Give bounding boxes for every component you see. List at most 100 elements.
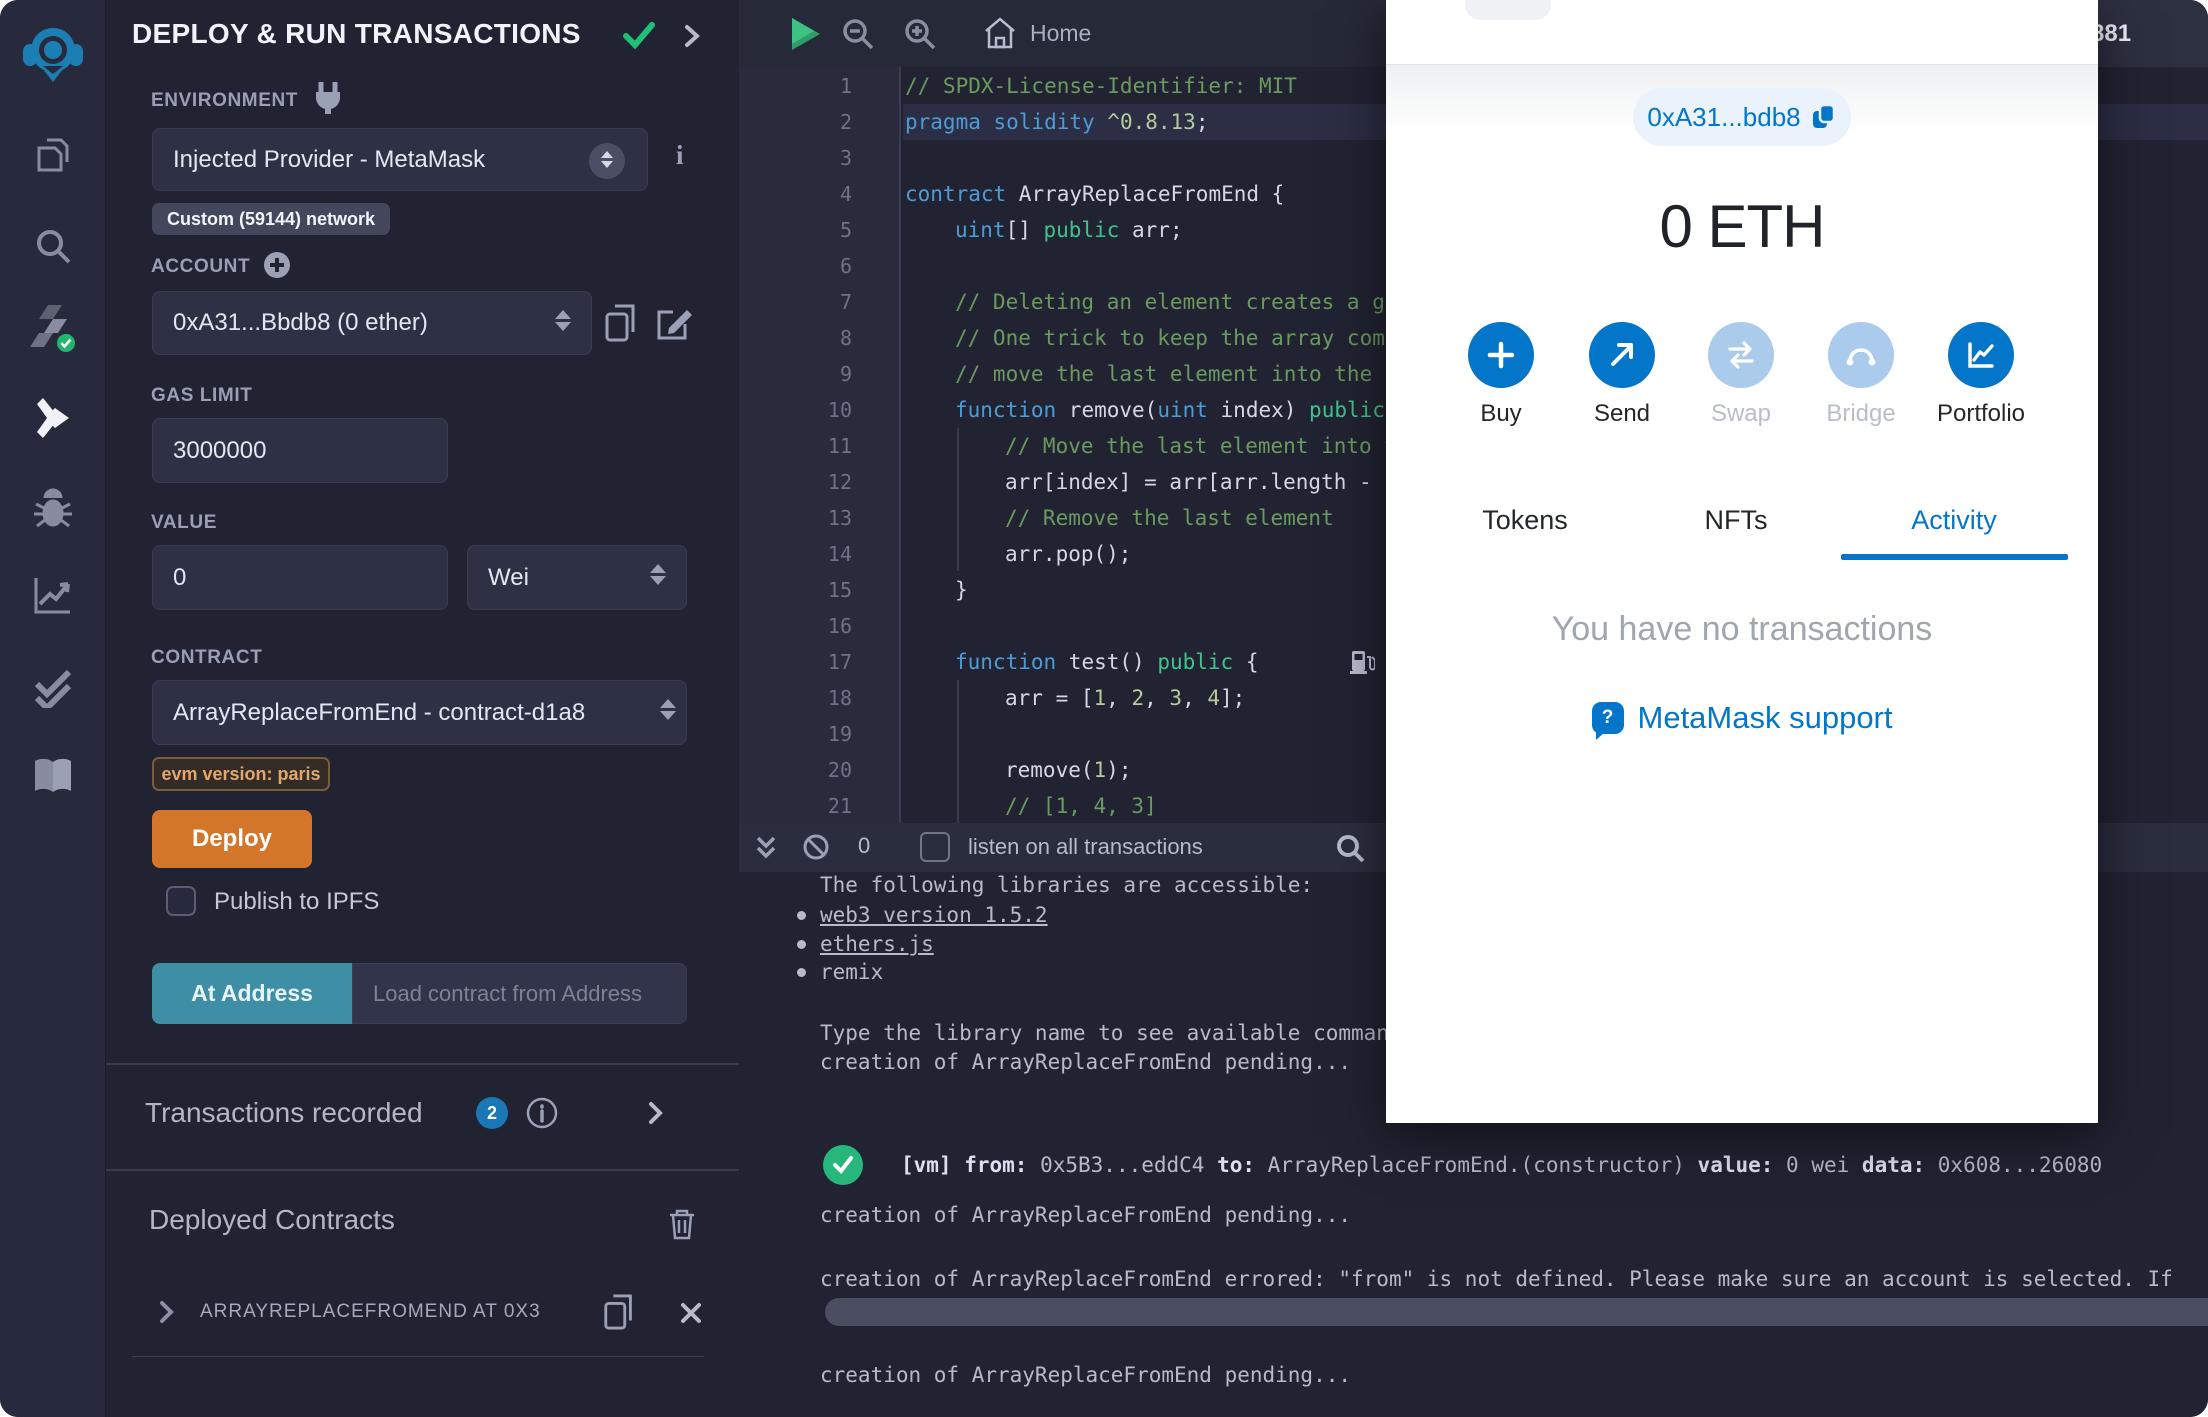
action-label: Send [1593, 400, 1651, 427]
remix-logo-icon[interactable] [0, 22, 106, 86]
terminal-log-line[interactable]: remix [820, 957, 883, 987]
run-script-play-icon[interactable] [784, 14, 828, 54]
tab-activity[interactable]: Activity [1854, 505, 2054, 536]
transactions-info-icon[interactable] [525, 1096, 559, 1130]
bullet-dot [797, 940, 806, 949]
account-address-short: 0xA31...bdb8 [1647, 101, 1801, 132]
code-line: remove(1); [1005, 758, 1132, 782]
copy-address-icon [1812, 103, 1835, 128]
code-line: function test() public { [955, 650, 1259, 674]
network-badge: Custom (59144) network [152, 203, 390, 235]
metamask-support-link[interactable]: ? MetaMask support [1386, 700, 2098, 740]
listen-transactions-checkbox[interactable] [920, 832, 950, 862]
learneth-icon[interactable] [0, 754, 106, 800]
terminal-log-line[interactable]: creation of ArrayReplaceFromEnd pending.… [820, 1200, 1351, 1230]
add-account-icon[interactable] [262, 250, 292, 280]
contract-select[interactable]: ArrayReplaceFromEnd - contract-d1a8 [152, 680, 687, 745]
clear-console-icon[interactable] [801, 832, 831, 862]
gas-limit-input[interactable]: 3000000 [152, 418, 448, 483]
evm-version-badge: evm version: paris [152, 757, 330, 791]
tab-nfts[interactable]: NFTs [1636, 505, 1836, 536]
action-label: Portfolio [1936, 400, 2026, 427]
line-number: 19 [827, 722, 852, 746]
deployed-item-chevron-icon[interactable] [158, 1300, 176, 1324]
popup-header-button-partial[interactable] [1465, 0, 1551, 20]
publish-ipfs-checkbox[interactable] [166, 886, 196, 916]
edit-account-icon[interactable] [653, 304, 693, 344]
static-analysis-icon[interactable] [0, 572, 106, 618]
terminal-collapse-icon[interactable] [753, 835, 779, 861]
terminal-vm-log-line[interactable]: [vm] from: 0x5B3...eddC4 to: ArrayReplac… [901, 1150, 2102, 1180]
zoom-in-icon[interactable] [901, 15, 939, 53]
terminal-log-line[interactable]: creation of ArrayReplaceFromEnd errored:… [820, 1264, 2173, 1294]
load-contract-address-input[interactable]: Load contract from Address [352, 963, 687, 1024]
line-number: 7 [839, 290, 852, 314]
account-address-pill[interactable]: 0xA31...bdb8 [1633, 88, 1851, 146]
section-divider [106, 1063, 739, 1065]
gas-limit-label: GAS LIMIT [151, 385, 253, 406]
deploy-and-run-icon[interactable] [0, 394, 106, 442]
portfolio-icon [1948, 322, 2014, 388]
line-number: 13 [827, 506, 852, 530]
environment-select[interactable]: Injected Provider - MetaMask [152, 128, 648, 191]
environment-select-arrows-icon [589, 143, 625, 179]
listen-transactions-label: listen on all transactions [968, 834, 1203, 859]
file-explorer-icon[interactable] [0, 136, 106, 180]
remove-deployed-icon[interactable] [678, 1300, 704, 1326]
line-number: 21 [827, 794, 852, 818]
transactions-count-badge: 2 [476, 1097, 508, 1129]
buy-action-button[interactable]: Buy [1441, 322, 1561, 428]
terminal-log-line[interactable]: creation of ArrayReplaceFromEnd pending.… [820, 1047, 1351, 1077]
solidity-compiler-icon[interactable] [0, 303, 106, 353]
code-line: pragma solidity ^0.8.13; [905, 110, 1209, 134]
code-line: // [1, 4, 3] [1005, 794, 1157, 818]
terminal-log-line[interactable]: Type the library name to see available c… [820, 1018, 1427, 1048]
send-action-button[interactable]: Send [1562, 322, 1682, 428]
line-number: 16 [827, 614, 852, 638]
search-icon[interactable] [0, 224, 106, 268]
deployed-item-label[interactable]: ARRAYREPLACEFROMEND AT 0X3 [200, 1301, 541, 1323]
contract-value: ArrayReplaceFromEnd - contract-d1a8 [173, 698, 586, 726]
code-line: // SPDX-License-Identifier: MIT [905, 74, 1297, 98]
active-tab-underline [1841, 554, 2068, 560]
bullet-dot [797, 968, 806, 977]
code-line: arr.pop(); [1005, 542, 1132, 566]
portfolio-action-button[interactable]: Portfolio [1921, 322, 2041, 428]
tab-home[interactable]: Home [982, 14, 1091, 52]
panel-collapse-chevron-icon[interactable] [681, 22, 703, 50]
debugger-icon[interactable] [0, 486, 106, 532]
action-label: Swap [1710, 400, 1772, 427]
code-line: // Remove the last element [1005, 506, 1334, 530]
value-value: 0 [173, 563, 187, 591]
clear-deployed-trash-icon[interactable] [666, 1206, 698, 1242]
copy-account-icon[interactable] [603, 302, 641, 344]
swap-action-button[interactable]: Swap [1681, 322, 1801, 428]
value-unit-select[interactable]: Wei [467, 545, 687, 610]
terminal-log-line[interactable]: web3 version 1.5.2 [820, 900, 1048, 930]
line-number: 11 [827, 434, 852, 458]
line-number: 5 [839, 218, 852, 242]
bridge-action-button[interactable]: Bridge [1801, 322, 1921, 428]
terminal-log-line[interactable]: ethers.js [820, 929, 934, 959]
terminal-log-line[interactable]: The following libraries are accessible: [820, 872, 1313, 900]
code-line: } [955, 578, 968, 602]
at-address-button[interactable]: At Address [152, 963, 352, 1024]
gas-limit-value: 3000000 [173, 436, 267, 464]
unit-testing-icon[interactable] [0, 660, 106, 708]
terminal-badge-count: 0 [858, 833, 871, 858]
tx-success-check-icon [823, 1145, 863, 1185]
line-number: 3 [839, 146, 852, 170]
tab-tokens[interactable]: Tokens [1425, 505, 1625, 536]
environment-info-icon[interactable]: i [676, 140, 684, 171]
transactions-expand-chevron-icon[interactable] [646, 1100, 666, 1126]
account-select[interactable]: 0xA31...Bbdb8 (0 ether) [152, 291, 592, 355]
deploy-button[interactable]: Deploy [152, 810, 312, 868]
plug-icon[interactable] [311, 80, 345, 116]
terminal-horizontal-scrollbar[interactable] [825, 1298, 2208, 1326]
terminal-search-icon[interactable] [1334, 832, 1366, 864]
value-input[interactable]: 0 [152, 545, 448, 610]
line-number: 15 [827, 578, 852, 602]
zoom-out-icon[interactable] [839, 15, 877, 53]
copy-deployed-address-icon[interactable] [602, 1292, 638, 1332]
terminal-log-line[interactable]: creation of ArrayReplaceFromEnd pending.… [820, 1360, 1351, 1390]
